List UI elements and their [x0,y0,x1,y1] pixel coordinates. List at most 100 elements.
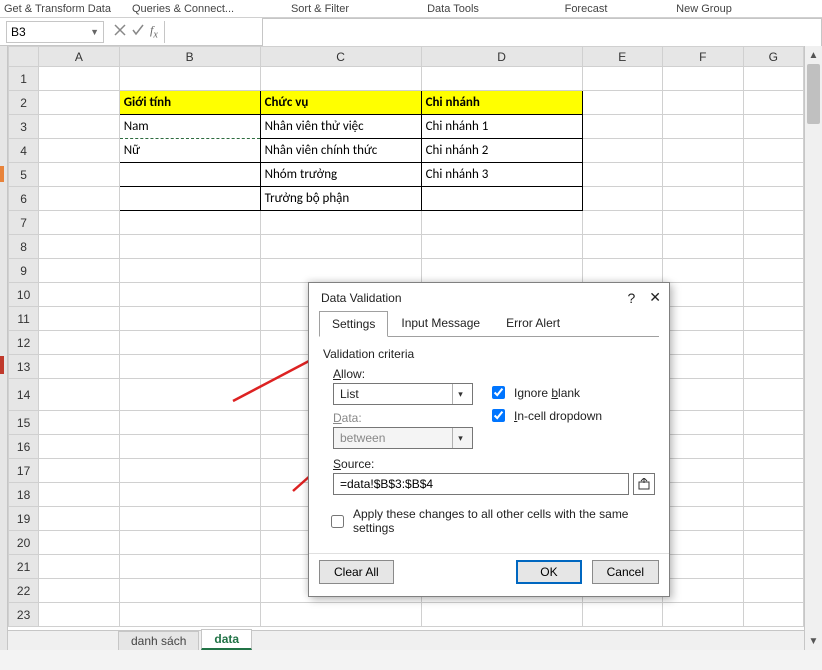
row-header[interactable]: 8 [9,235,39,259]
row-header[interactable]: 4 [9,139,39,163]
ribbon-group: Forecast [526,3,646,15]
tab-input-message[interactable]: Input Message [388,310,493,336]
select-all-corner[interactable] [9,47,39,67]
ribbon-group: Queries & Connect... [132,3,252,15]
cell[interactable]: Nhân viên chính thức [261,141,421,160]
enter-icon[interactable] [132,24,144,39]
tab-label: Input Message [401,316,480,330]
row-header[interactable]: 2 [9,91,39,115]
row-header[interactable]: 12 [9,331,39,355]
chevron-down-icon[interactable]: ▾ [452,384,468,404]
row-header[interactable]: 17 [9,459,39,483]
cell[interactable]: Nữ [120,141,260,160]
allow-dropdown[interactable]: List ▾ [333,383,473,405]
checkbox-icon[interactable] [492,386,505,399]
apply-all-checkbox[interactable] [331,515,344,528]
dialog-title: Data Validation [321,291,402,305]
sheet-tab-label: data [214,632,239,646]
row-header[interactable]: 11 [9,307,39,331]
row-header[interactable]: 21 [9,555,39,579]
col-header[interactable]: B [119,47,260,67]
tab-error-alert[interactable]: Error Alert [493,310,573,336]
cell[interactable]: Nam [120,117,260,136]
source-input[interactable] [333,473,629,495]
sheet-tab[interactable]: data [201,629,252,650]
row-header[interactable]: 6 [9,187,39,211]
incell-dropdown-checkbox[interactable]: In-cell dropdown [488,406,602,425]
row-header[interactable]: 9 [9,259,39,283]
col-header[interactable]: G [743,47,803,67]
button-label: OK [540,565,557,579]
row-header[interactable]: 3 [9,115,39,139]
clear-all-button[interactable]: Clear All [319,560,394,584]
ribbon-group: Get & Transform Data [4,3,124,15]
ok-button[interactable]: OK [516,560,581,584]
row-header[interactable]: 23 [9,603,39,627]
button-label: Cancel [607,565,644,579]
col-header[interactable]: E [582,47,663,67]
dialog-body: Validation criteria Allow: List ▾ Data: … [319,336,659,549]
scroll-down-icon[interactable]: ▼ [805,632,822,650]
vertical-scrollbar[interactable]: ▲ ▼ [804,46,822,650]
row-header[interactable]: 10 [9,283,39,307]
scroll-track[interactable] [805,64,822,632]
apply-all-label: Apply these changes to all other cells w… [353,507,655,535]
left-gutter [0,46,8,650]
cell[interactable] [120,197,260,201]
data-dropdown: between ▾ [333,427,473,449]
row-header[interactable]: 14 [9,379,39,411]
sheet-tabs: danh sách data [8,630,804,650]
dialog-titlebar[interactable]: Data Validation ? ✕ [309,283,669,310]
cell[interactable]: Giới tính [120,93,260,112]
cell[interactable]: Chi nhánh 2 [422,141,582,160]
col-header[interactable]: F [663,47,744,67]
data-validation-dialog: Data Validation ? ✕ Settings Input Messa… [308,282,670,597]
row-header[interactable]: 16 [9,435,39,459]
chevron-down-icon[interactable]: ▼ [90,27,99,37]
fx-icon[interactable]: fx [150,23,158,40]
ribbon-group: Data Tools [388,3,518,15]
cell[interactable]: Chi nhánh 3 [422,165,582,184]
chevron-down-icon: ▾ [452,428,468,448]
tab-settings[interactable]: Settings [319,311,388,337]
ignore-blank-checkbox[interactable]: Ignore blank [488,383,602,402]
cell[interactable]: Chi nhánh [422,93,582,112]
cell[interactable]: Trưởng bộ phận [261,189,421,208]
cell[interactable]: Nhân viên thử việc [261,117,421,136]
scroll-up-icon[interactable]: ▲ [805,46,822,64]
row-header[interactable]: 15 [9,411,39,435]
cancel-icon[interactable] [114,24,126,39]
col-header[interactable]: D [421,47,582,67]
cell[interactable]: Chức vụ [261,93,421,112]
row-header[interactable]: 5 [9,163,39,187]
cell[interactable] [422,197,582,201]
row-header[interactable]: 18 [9,483,39,507]
sheet-tab[interactable]: danh sách [118,631,199,650]
row-header[interactable]: 19 [9,507,39,531]
checkbox-icon[interactable] [492,409,505,422]
close-icon[interactable]: ✕ [649,289,661,306]
cell[interactable]: Nhóm trưởng [261,165,421,184]
ribbon-group: Sort & Filter [260,3,380,15]
row-header[interactable]: 20 [9,531,39,555]
ribbon-group: New Group [654,3,754,15]
cell[interactable] [120,173,260,177]
row-header[interactable]: 22 [9,579,39,603]
dialog-tabs: Settings Input Message Error Alert [309,310,669,336]
scroll-thumb[interactable] [807,64,820,124]
validation-criteria-label: Validation criteria [323,347,655,361]
cell[interactable]: Chi nhánh 1 [422,117,582,136]
range-picker-button[interactable] [633,473,655,495]
formula-icons: fx [108,23,164,40]
row-header[interactable]: 1 [9,67,39,91]
row-header[interactable]: 13 [9,355,39,379]
button-label: Clear All [334,565,379,579]
name-box[interactable]: B3 ▼ [6,21,104,43]
name-box-value: B3 [11,25,26,39]
col-header[interactable]: A [39,47,120,67]
cancel-button[interactable]: Cancel [592,560,659,584]
data-label: Data: [333,411,478,425]
row-header[interactable]: 7 [9,211,39,235]
help-icon[interactable]: ? [627,290,635,306]
col-header[interactable]: C [260,47,421,67]
